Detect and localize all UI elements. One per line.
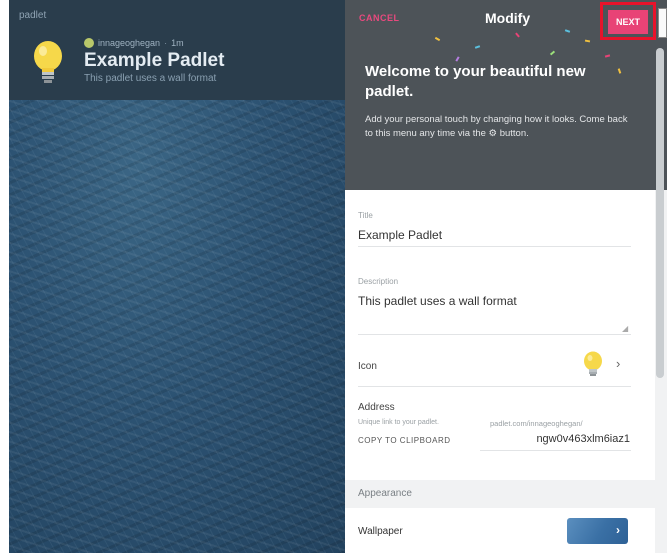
title-input[interactable]: Example Padlet bbox=[358, 228, 442, 242]
cancel-button[interactable]: CANCEL bbox=[359, 13, 400, 23]
lightbulb-icon[interactable] bbox=[582, 351, 604, 379]
confetti bbox=[515, 32, 520, 38]
left-edge bbox=[0, 0, 9, 553]
welcome-title: Welcome to your beautiful new padlet. bbox=[365, 63, 586, 100]
board-title: Example Padlet bbox=[84, 50, 225, 71]
lightbulb-icon bbox=[34, 41, 62, 83]
confetti bbox=[549, 50, 556, 56]
address-slug-input[interactable]: ngw0v463xlm6iaz1 bbox=[527, 433, 630, 445]
address-url-prefix: padlet.com/innageoghegan/ bbox=[490, 419, 583, 428]
meta-separator: · bbox=[164, 38, 168, 48]
resize-handle-icon[interactable]: ◢ bbox=[622, 324, 628, 333]
title-label: Title bbox=[358, 211, 373, 220]
panel-title: Modify bbox=[485, 10, 531, 26]
wallpaper-row[interactable]: Wallpaper › bbox=[345, 508, 655, 553]
confetti bbox=[564, 29, 571, 33]
address-hint: Unique link to your padlet. bbox=[358, 419, 439, 426]
window-edge bbox=[658, 8, 667, 38]
board-subtitle: This padlet uses a wall format bbox=[84, 73, 217, 84]
confetti bbox=[434, 36, 441, 42]
author-name: innageoghegan bbox=[98, 38, 161, 48]
settings-form: Title Example Padlet Description This pa… bbox=[345, 190, 655, 480]
welcome-text: Add your personal touch by changing how … bbox=[365, 114, 628, 139]
author-avatar bbox=[84, 38, 94, 48]
address-label: Address bbox=[358, 402, 395, 413]
padlet-logo[interactable]: padlet bbox=[19, 10, 46, 21]
wallpaper-picker-button[interactable]: › bbox=[567, 518, 628, 544]
confetti bbox=[474, 45, 481, 49]
chevron-right-icon[interactable]: › bbox=[616, 356, 620, 371]
modify-panel: CANCEL Modify NEXT Welcome to your beaut… bbox=[345, 0, 667, 553]
description-underline bbox=[358, 334, 631, 335]
board-header: padlet innageoghegan · 1m Example Padlet… bbox=[9, 0, 345, 100]
confetti bbox=[604, 54, 611, 58]
next-button[interactable]: NEXT bbox=[608, 10, 648, 34]
wallpaper-label: Wallpaper bbox=[358, 526, 403, 537]
panel-scrollbar[interactable] bbox=[656, 48, 664, 378]
modify-header: CANCEL Modify NEXT Welcome to your beaut… bbox=[345, 0, 667, 190]
chevron-right-icon: › bbox=[616, 523, 620, 537]
title-underline bbox=[358, 246, 631, 247]
board-age: 1m bbox=[171, 38, 184, 48]
description-textarea[interactable]: This padlet uses a wall format bbox=[358, 294, 517, 308]
confetti bbox=[455, 56, 460, 62]
board-meta: innageoghegan · 1m bbox=[84, 38, 184, 48]
confetti bbox=[584, 39, 591, 43]
icon-underline bbox=[358, 386, 631, 387]
icon-row-label[interactable]: Icon bbox=[358, 361, 377, 372]
appearance-section-label: Appearance bbox=[358, 488, 412, 499]
address-underline bbox=[480, 450, 631, 451]
copy-to-clipboard-button[interactable]: COPY TO CLIPBOARD bbox=[358, 436, 451, 445]
description-label: Description bbox=[358, 277, 399, 286]
